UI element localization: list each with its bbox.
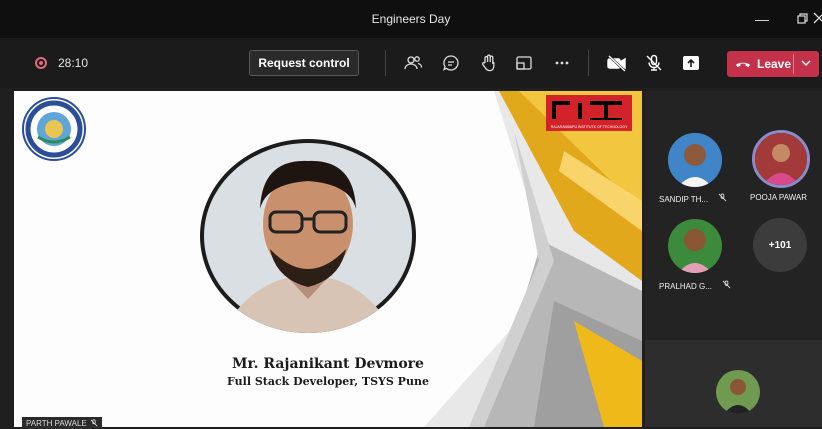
rit-logo: RAJARAMBAPU INSTITUTE OF TECHNOLOGY	[546, 95, 632, 131]
more-participants-badge[interactable]: +101	[753, 218, 807, 272]
mic-off-icon	[90, 419, 98, 427]
speaker-name: Mr. Rajanikant Devmore	[232, 356, 424, 372]
request-control-button[interactable]: Request control	[249, 50, 359, 76]
title-bar: Engineers Day	[0, 0, 822, 38]
mic-off-icon	[722, 280, 731, 289]
presenter-name-tag: PARTH PAWALE	[22, 417, 102, 429]
participant-avatar[interactable]	[668, 133, 722, 187]
leave-label: Leave	[757, 57, 792, 71]
participant-avatar[interactable]	[668, 219, 722, 273]
speaker-photo	[200, 139, 416, 333]
mic-off-icon[interactable]	[642, 51, 666, 75]
participant-name: PRALHAD G...	[659, 280, 731, 291]
toolbar-divider	[385, 50, 386, 76]
self-avatar[interactable]	[716, 370, 760, 414]
mic-off-icon	[718, 193, 727, 202]
participant-name: SANDIP TH...	[659, 193, 727, 204]
participant-name: POOJA PAWAR	[750, 193, 808, 202]
rooms-icon[interactable]	[512, 51, 536, 75]
meeting-timer: 28:10	[58, 56, 89, 70]
toolbar-divider	[588, 50, 589, 76]
shared-content-stage: RAJARAMBAPU INSTITUTE OF TECHNOLOGY Mr. …	[14, 91, 642, 427]
camera-off-icon[interactable]	[605, 51, 629, 75]
speaker-role: Full Stack Developer, TSYS Pune	[227, 375, 429, 388]
leave-button[interactable]: Leave	[727, 51, 819, 77]
logo-caption: RAJARAMBAPU INSTITUTE OF TECHNOLOGY	[550, 125, 628, 129]
more-options-icon[interactable]	[550, 51, 574, 75]
recording-icon	[35, 57, 47, 69]
chat-icon[interactable]	[439, 51, 463, 75]
hang-up-icon	[736, 62, 750, 67]
institute-seal-logo	[22, 97, 86, 161]
window-controls: —	[742, 0, 822, 38]
close-window-button[interactable]	[812, 11, 822, 27]
window-title: Engineers Day	[371, 12, 451, 26]
raise-hand-icon[interactable]	[477, 51, 501, 75]
chevron-down-icon[interactable]	[799, 56, 813, 73]
minimize-button[interactable]: —	[742, 11, 782, 27]
participants-icon[interactable]	[401, 51, 425, 75]
participant-avatar-speaking[interactable]	[752, 130, 810, 188]
share-screen-icon[interactable]	[679, 51, 703, 75]
